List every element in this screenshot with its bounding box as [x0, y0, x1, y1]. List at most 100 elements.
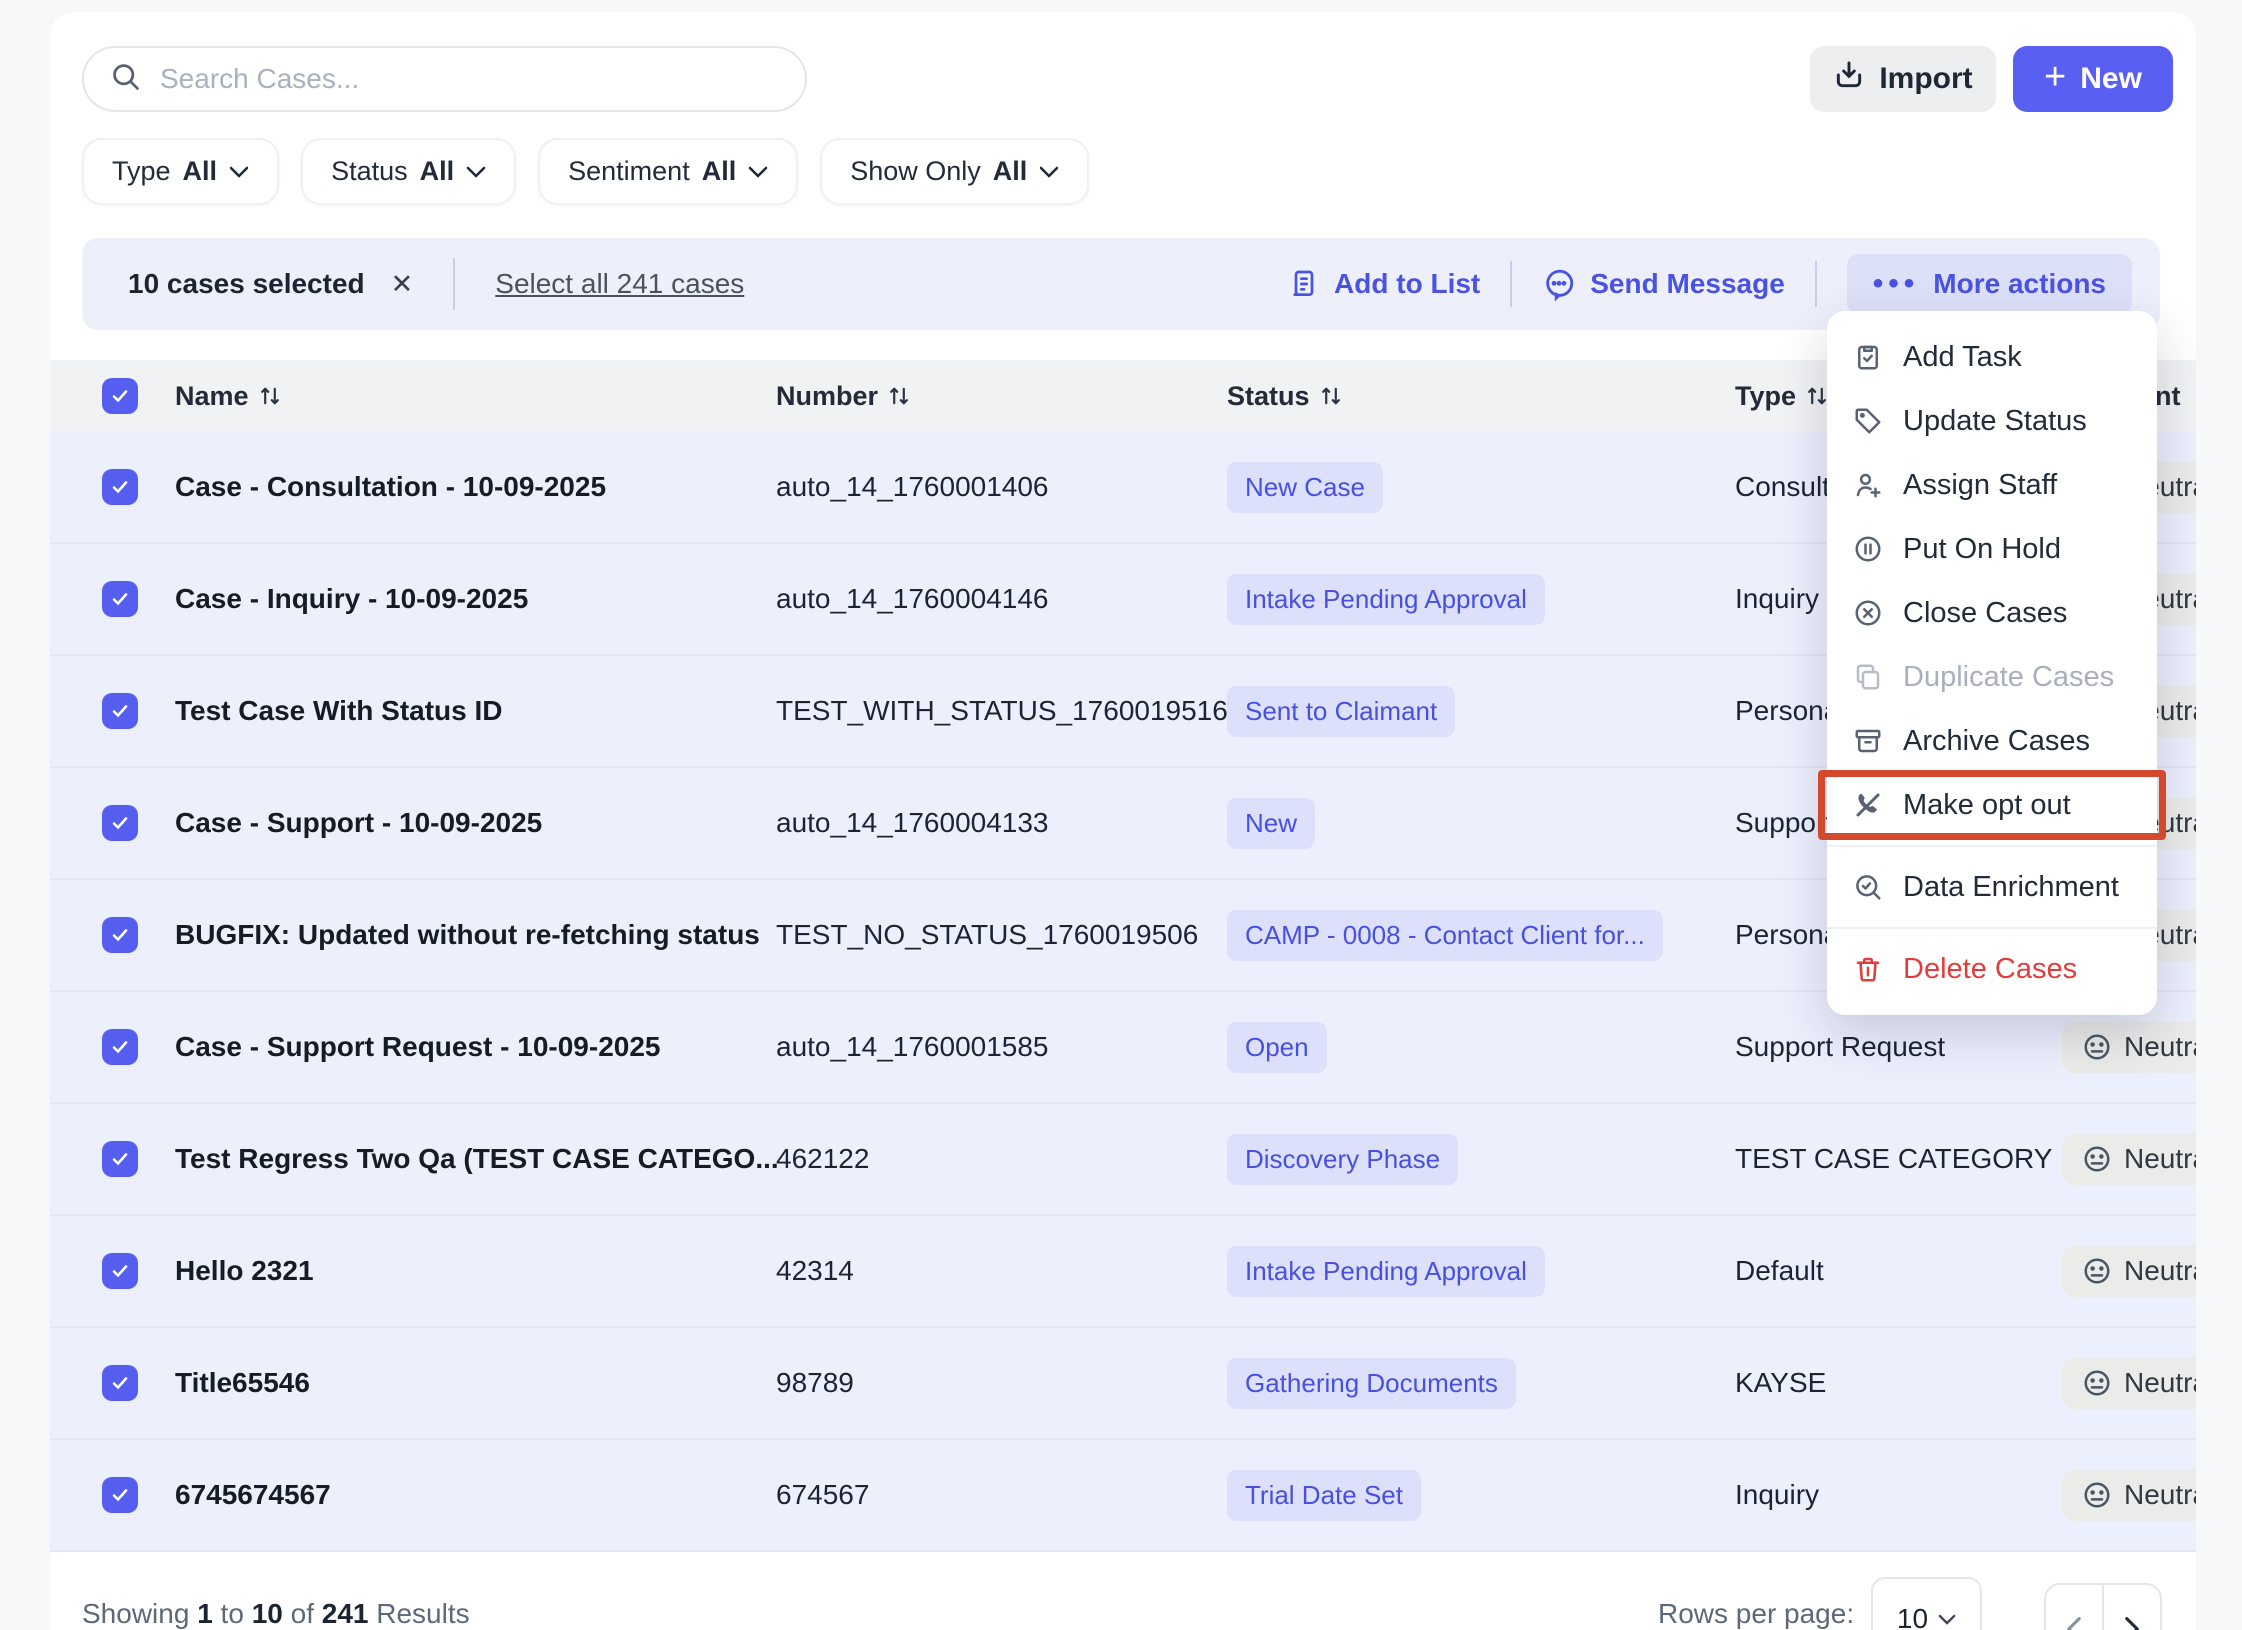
- row-checkbox[interactable]: [102, 469, 138, 505]
- case-number: 98789: [776, 1328, 854, 1438]
- row-checkbox[interactable]: [102, 917, 138, 953]
- add-to-list-button[interactable]: Add to List: [1288, 268, 1480, 300]
- status-badge: Trial Date Set: [1227, 1470, 1421, 1521]
- divider: [1815, 261, 1817, 307]
- row-checkbox[interactable]: [102, 805, 138, 841]
- column-header-name[interactable]: Name: [175, 360, 281, 432]
- chevron-down-icon: [229, 166, 249, 178]
- table-row[interactable]: 6745674567 674567 Trial Date Set Inquiry…: [50, 1440, 2196, 1552]
- row-checkbox[interactable]: [102, 693, 138, 729]
- menu-item-close-cases[interactable]: Close Cases: [1827, 581, 2157, 645]
- case-type: KAYSE: [1735, 1328, 1826, 1438]
- archive-icon: [1853, 726, 1883, 756]
- case-number: 42314: [776, 1216, 854, 1326]
- table-row[interactable]: Title65546 98789 Gathering Documents KAY…: [50, 1328, 2196, 1440]
- sentiment-badge: Neutral: [2062, 1469, 2196, 1521]
- sort-icon: [888, 384, 910, 408]
- table-row[interactable]: Hello 2321 42314 Intake Pending Approval…: [50, 1216, 2196, 1328]
- new-case-button[interactable]: + New: [2013, 46, 2173, 112]
- tag-icon: [1853, 406, 1883, 436]
- menu-item-make-opt-out[interactable]: Make opt out: [1827, 773, 2157, 837]
- menu-item-delete-cases[interactable]: Delete Cases: [1827, 937, 2157, 1001]
- select-all-link[interactable]: Select all 241 cases: [495, 268, 744, 300]
- row-checkbox[interactable]: [102, 1141, 138, 1177]
- case-number: auto_14_1760001585: [776, 992, 1049, 1102]
- cases-page-card: Import + New Type All Status All Sentime…: [50, 12, 2196, 1630]
- chevron-down-icon: [1938, 1614, 1956, 1625]
- status-badge: New Case: [1227, 462, 1383, 513]
- status-badge: New: [1227, 798, 1315, 849]
- row-checkbox[interactable]: [102, 1029, 138, 1065]
- filter-status[interactable]: Status All: [301, 138, 516, 205]
- status-badge: Intake Pending Approval: [1227, 1246, 1545, 1297]
- case-type: Inquiry: [1735, 544, 1819, 654]
- case-name: Case - Support - 10-09-2025: [175, 768, 542, 878]
- menu-item-put-on-hold[interactable]: Put On Hold: [1827, 517, 2157, 581]
- status-badge: Intake Pending Approval: [1227, 574, 1545, 625]
- case-number: auto_14_1760004146: [776, 544, 1049, 654]
- menu-divider: [1827, 845, 2157, 847]
- import-icon: [1833, 59, 1865, 99]
- filter-sentiment[interactable]: Sentiment All: [538, 138, 798, 205]
- select-all-checkbox[interactable]: [102, 378, 138, 414]
- neutral-face-icon: [2082, 1032, 2112, 1062]
- plus-icon: +: [2044, 58, 2066, 96]
- case-number: TEST_WITH_STATUS_1760019516: [776, 656, 1228, 766]
- case-type: TEST CASE CATEGORY: [1735, 1104, 2052, 1214]
- row-checkbox[interactable]: [102, 581, 138, 617]
- menu-item-duplicate-cases: Duplicate Cases: [1827, 645, 2157, 709]
- more-actions-button[interactable]: ••• More actions: [1847, 254, 2132, 314]
- status-badge: Sent to Claimant: [1227, 686, 1455, 737]
- case-type: Default: [1735, 1216, 1824, 1326]
- prev-page-button[interactable]: [2046, 1585, 2102, 1630]
- menu-item-archive-cases[interactable]: Archive Cases: [1827, 709, 2157, 773]
- ellipsis-icon: •••: [1873, 269, 1920, 299]
- case-name: Title65546: [175, 1328, 310, 1438]
- sort-icon: [259, 384, 281, 408]
- case-name: Case - Inquiry - 10-09-2025: [175, 544, 528, 654]
- case-number: 462122: [776, 1104, 869, 1214]
- case-number: TEST_NO_STATUS_1760019506: [776, 880, 1198, 990]
- more-actions-menu: Add Task Update Status Assign Staff Put …: [1827, 311, 2157, 1015]
- case-name: Test Regress Two Qa (TEST CASE CATEGO...: [175, 1104, 779, 1214]
- sort-icon: [1806, 384, 1828, 408]
- results-summary: Showing 1 to 10 of 241 Results: [82, 1598, 470, 1630]
- copy-icon: [1853, 662, 1883, 692]
- send-message-button[interactable]: Send Message: [1542, 267, 1785, 301]
- status-badge: CAMP - 0008 - Contact Client for...: [1227, 910, 1663, 961]
- menu-item-data-enrichment[interactable]: Data Enrichment: [1827, 855, 2157, 919]
- sentiment-badge: Neutral: [2062, 1245, 2196, 1297]
- filter-show-only[interactable]: Show Only All: [820, 138, 1089, 205]
- case-number: 674567: [776, 1440, 869, 1550]
- sentiment-badge: Neutral: [2062, 1133, 2196, 1185]
- neutral-face-icon: [2082, 1368, 2112, 1398]
- row-checkbox[interactable]: [102, 1365, 138, 1401]
- case-name: Hello 2321: [175, 1216, 314, 1326]
- menu-item-assign-staff[interactable]: Assign Staff: [1827, 453, 2157, 517]
- list-document-icon: [1288, 268, 1320, 300]
- column-header-status[interactable]: Status: [1227, 360, 1342, 432]
- chevron-down-icon: [466, 166, 486, 178]
- sentiment-badge: Neutral: [2062, 1021, 2196, 1073]
- import-button[interactable]: Import: [1810, 46, 1996, 112]
- column-header-type[interactable]: Type: [1735, 360, 1828, 432]
- search-check-icon: [1853, 872, 1883, 902]
- filter-type[interactable]: Type All: [82, 138, 279, 205]
- menu-item-update-status[interactable]: Update Status: [1827, 389, 2157, 453]
- case-number: auto_14_1760004133: [776, 768, 1049, 878]
- menu-item-add-task[interactable]: Add Task: [1827, 325, 2157, 389]
- sort-icon: [1320, 384, 1342, 408]
- column-header-number[interactable]: Number: [776, 360, 910, 432]
- clear-selection-icon[interactable]: ✕: [391, 269, 414, 300]
- chevron-down-icon: [748, 166, 768, 178]
- case-name: Case - Support Request - 10-09-2025: [175, 992, 661, 1102]
- table-row[interactable]: Test Regress Two Qa (TEST CASE CATEGO...…: [50, 1104, 2196, 1216]
- row-checkbox[interactable]: [102, 1253, 138, 1289]
- row-checkbox[interactable]: [102, 1477, 138, 1513]
- rows-per-page-select[interactable]: 10: [1871, 1577, 1982, 1630]
- next-page-button[interactable]: [2102, 1585, 2160, 1630]
- search-input[interactable]: [160, 63, 779, 95]
- sentiment-badge: Neutral: [2062, 1357, 2196, 1409]
- case-number: auto_14_1760001406: [776, 432, 1049, 542]
- search-cases-box[interactable]: [82, 46, 807, 112]
